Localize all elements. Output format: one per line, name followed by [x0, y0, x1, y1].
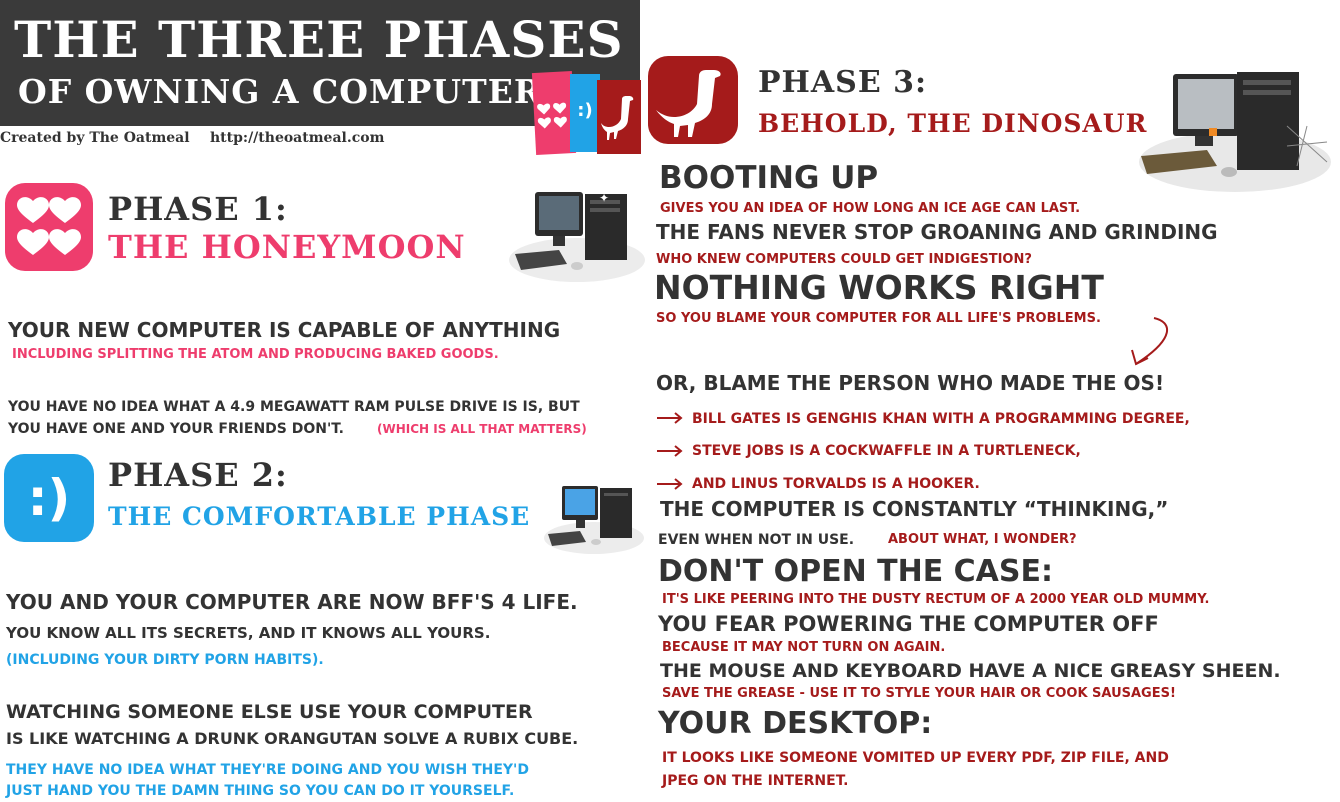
phase2-orangutan: IS LIKE WATCHING A DRUNK ORANGUTAN SOLVE…: [6, 729, 579, 748]
smiley-icon: :): [27, 469, 71, 527]
svg-text:✦: ✦: [599, 191, 609, 205]
phase3-number: PHASE 3:: [758, 65, 928, 100]
phase1-capable-sub: INCLUDING SPLITTING THE ATOM AND PRODUCI…: [12, 347, 499, 362]
phase2-no-idea-1: THEY HAVE NO IDEA WHAT THEY'RE DOING AND…: [6, 762, 529, 778]
phase3-fear: YOU FEAR POWERING THE COMPUTER OFF: [658, 612, 1159, 636]
phase3-case-sub: IT'S LIKE PEERING INTO THE DUSTY RECTUM …: [662, 592, 1210, 607]
page-subtitle: OF OWNING A COMPUTER: [18, 72, 543, 111]
phase3-case: DON'T OPEN THE CASE:: [658, 554, 1053, 589]
arrow-right-icon: [657, 412, 683, 424]
phase3-thinking: THE COMPUTER IS CONSTANTLY “THINKING,”: [660, 497, 1169, 521]
phase3-name: BEHOLD, THE DINOSAUR: [758, 109, 1148, 138]
phase2-watching: WATCHING SOMEONE ELSE USE YOUR COMPUTER: [6, 701, 533, 723]
phase3-fans: THE FANS NEVER STOP GROANING AND GRINDIN…: [656, 220, 1218, 244]
phase1-megawatt-line2: YOU HAVE ONE AND YOUR FRIENDS DON'T.: [8, 421, 344, 437]
credit-url[interactable]: http://theoatmeal.com: [210, 130, 384, 146]
phase1-icon-tile: [5, 183, 93, 271]
phase3-booting: BOOTING UP: [659, 160, 879, 196]
dinosaur-icon: [656, 70, 721, 137]
phase3-blame: OR, BLAME THE PERSON WHO MADE THE OS!: [656, 371, 1165, 395]
phase3-desktop-sub-1: IT LOOKS LIKE SOMEONE VOMITED UP EVERY P…: [662, 750, 1169, 766]
phase1-number: PHASE 1:: [108, 190, 288, 228]
old-computer-illustration: [1137, 66, 1337, 196]
phase1-capable: YOUR NEW COMPUTER IS CAPABLE OF ANYTHING: [8, 318, 561, 342]
arrow-right-icon: [657, 478, 683, 490]
credit-author: Created by The Oatmeal: [0, 130, 190, 146]
phase1-aside: (WHICH IS ALL THAT MATTERS): [377, 422, 587, 436]
phase3-bullet-2: STEVE JOBS IS A COCKWAFFLE IN A TURTLENE…: [692, 443, 1081, 459]
phase3-mouse-sub: SAVE THE GREASE - USE IT TO STYLE YOUR H…: [662, 686, 1176, 701]
phase3-bullet-1: BILL GATES IS GENGHIS KHAN WITH A PROGRA…: [692, 411, 1190, 427]
curved-arrow-icon: [1131, 317, 1168, 366]
phase2-secrets: YOU KNOW ALL ITS SECRETS, AND IT KNOWS A…: [6, 624, 491, 642]
phase3-fans-sub: WHO KNEW COMPUTERS COULD GET INDIGESTION…: [656, 252, 1032, 267]
phase3-mouse: THE MOUSE AND KEYBOARD HAVE A NICE GREAS…: [660, 660, 1281, 682]
phase2-number: PHASE 2:: [108, 456, 288, 494]
hearts-icon: [17, 197, 81, 255]
phase2-icon-tile: :): [4, 454, 94, 542]
arrow-right-icon: [657, 445, 683, 457]
phase1-megawatt-line1: YOU HAVE NO IDEA WHAT A 4.9 MEGAWATT RAM…: [8, 399, 580, 415]
phase3-nothing-sub: SO YOU BLAME YOUR COMPUTER FOR ALL LIFE'…: [656, 311, 1101, 326]
computer-illustration: [540, 478, 644, 556]
phase3-fear-sub: BECAUSE IT MAY NOT TURN ON AGAIN.: [662, 640, 946, 655]
phase3-thinking-sub: EVEN WHEN NOT IN USE.: [658, 532, 855, 548]
computer-illustration: ✦: [505, 180, 645, 285]
phase2-bff: YOU AND YOUR COMPUTER ARE NOW BFF'S 4 LI…: [6, 590, 578, 614]
page-title: THE THREE PHASES: [14, 10, 624, 69]
phase3-desktop-sub-2: JPEG ON THE INTERNET.: [662, 773, 849, 789]
phase2-no-idea-2: JUST HAND YOU THE DAMN THING SO YOU CAN …: [6, 783, 515, 799]
phase3-nothing: NOTHING WORKS RIGHT: [654, 268, 1104, 307]
phase3-thinking-aside: ABOUT WHAT, I WONDER?: [888, 532, 1077, 547]
phase2-name: THE COMFORTABLE PHASE: [108, 502, 531, 531]
smiley-icon: :): [577, 100, 593, 121]
mini-smiley-tile: :): [570, 74, 600, 152]
mini-dinosaur-tile: [597, 80, 641, 154]
phase2-porn: (INCLUDING YOUR DIRTY PORN HABITS).: [6, 652, 324, 668]
dinosaur-icon: [601, 96, 634, 140]
phase3-booting-sub: GIVES YOU AN IDEA OF HOW LONG AN ICE AGE…: [660, 201, 1081, 216]
phase1-name: THE HONEYMOON: [108, 228, 466, 266]
phase3-desktop: YOUR DESKTOP:: [658, 706, 933, 741]
phase3-icon-tile: [648, 56, 738, 144]
phase3-bullet-3: AND LINUS TORVALDS IS A HOOKER.: [692, 476, 980, 492]
